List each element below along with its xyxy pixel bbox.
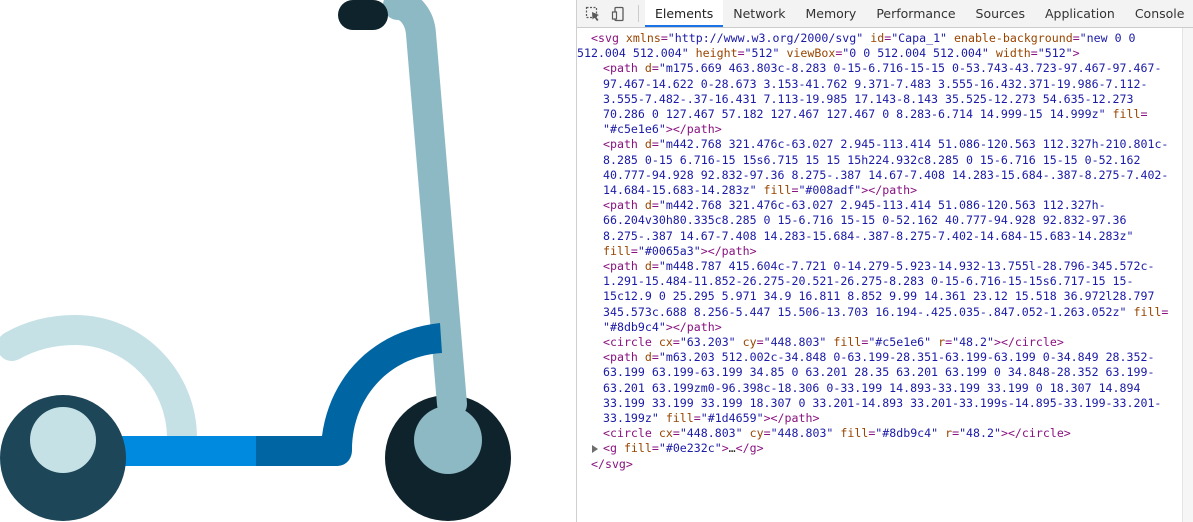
dom-node-path-4-cont[interactable]: 345.573c.688 8.256-5.447 15.506-13.703 1… (577, 305, 1182, 320)
dom-node-path-5-cont[interactable]: 63.201 63.199zm0-96.398c-18.306 0-33.199… (577, 381, 1182, 396)
page-viewport (0, 0, 576, 522)
rear-wheel-hub (30, 407, 96, 473)
tab-performance[interactable]: Performance (866, 0, 965, 27)
dom-node-path-2-cont[interactable]: 14.684-15.683-14.283z" fill="#008adf"></… (577, 183, 1182, 198)
dom-node-path-1[interactable]: <path d="m175.669 463.803c-8.283 0-15-6.… (577, 61, 1182, 76)
elements-scrollbar[interactable] (1182, 28, 1193, 522)
dom-node-path-4-cont[interactable]: "#8db9c4"></path> (577, 320, 1182, 335)
scooter-deck (110, 436, 262, 466)
dom-node-path-1-cont[interactable]: 3.555-7.482-.37-16.431 7.113-19.985 17.1… (577, 92, 1182, 107)
dom-node-path-5-cont[interactable]: 33.199 33.199 33.199 18.307 0 33.201-14.… (577, 396, 1182, 411)
dom-node-path-3-cont[interactable]: 66.204v30h80.335c8.285 0 15-6.716 15-15 … (577, 213, 1182, 228)
dom-node-path-2-cont[interactable]: 40.777-94.928 92.832-97.36 8.275-.387 14… (577, 168, 1182, 183)
dom-node-path-5-cont[interactable]: 33.199z" fill="#1d4659"></path> (577, 411, 1182, 426)
dom-node-svg-close[interactable]: </svg> (577, 457, 1182, 472)
tab-console[interactable]: Console (1125, 0, 1193, 27)
inspect-element-icon[interactable] (580, 0, 606, 27)
dom-node-g-collapsed[interactable]: <g fill="#0e232c">…</g> (577, 441, 1182, 456)
dom-node-path-3-cont[interactable]: fill="#0065a3"></path> (577, 244, 1182, 259)
tab-elements[interactable]: Elements (645, 0, 724, 27)
dom-node-path-1-cont[interactable]: 97.467-14.622 0-28.673 3.153-41.762 9.37… (577, 77, 1182, 92)
tab-memory[interactable]: Memory (795, 0, 866, 27)
dom-node-path-4[interactable]: <path d="m448.787 415.604c-7.721 0-14.27… (577, 259, 1182, 274)
dom-node-circle-2[interactable]: <circle cx="448.803" cy="448.803" fill="… (577, 426, 1182, 441)
dom-node-path-1-cont[interactable]: 70.286 0 127.467 57.182 127.467 127.467 … (577, 107, 1182, 122)
dom-node-path-2-cont[interactable]: 8.285 0-15 6.716-15 15s6.715 15 15 15h22… (577, 153, 1182, 168)
scooter-illustration (0, 0, 511, 521)
scooter-handle (338, 0, 388, 30)
dom-node-path-4-cont[interactable]: 15c12.9 0 25.295 5.971 34.9 16.811 8.852… (577, 289, 1182, 304)
dom-node-path-4-cont[interactable]: 1.291-15.484-11.852-26.275-20.521-26.275… (577, 274, 1182, 289)
dom-node-g-text: <g fill="#0e232c">…</g> (603, 441, 764, 456)
dom-node-path-5-cont[interactable]: 63.199 63.199-63.199 34.85 0 63.201 28.3… (577, 365, 1182, 380)
elements-tree[interactable]: <svg xmlns="http://www.w3.org/2000/svg" … (577, 28, 1182, 522)
tab-sources[interactable]: Sources (966, 0, 1035, 27)
dom-node-path-3[interactable]: <path d="m442.768 321.476c-63.027 2.945-… (577, 198, 1182, 213)
toolbar-separator (638, 5, 639, 22)
dom-node-path-3-cont[interactable]: 8.275-.387 14.67-7.408 14.283-15.684-.38… (577, 229, 1182, 244)
tab-network[interactable]: Network (723, 0, 795, 27)
devtools-toolbar: Elements Network Memory Performance Sour… (577, 0, 1193, 28)
tab-application[interactable]: Application (1035, 0, 1125, 27)
devtools-panel: Elements Network Memory Performance Sour… (577, 0, 1193, 522)
dom-node-svg-open[interactable]: <svg xmlns="http://www.w3.org/2000/svg" … (577, 31, 1182, 46)
device-toolbar-icon[interactable] (606, 0, 632, 27)
dom-node-svg-open-cont[interactable]: 512.004 512.004" height="512" viewBox="0… (577, 46, 1182, 61)
expand-triangle-icon[interactable] (592, 445, 598, 454)
dom-node-path-2[interactable]: <path d="m442.768 321.476c-63.027 2.945-… (577, 137, 1182, 152)
dom-node-path-5[interactable]: <path d="m63.203 512.002c-34.848 0-63.19… (577, 350, 1182, 365)
dom-node-path-1-cont[interactable]: "#c5e1e6"></path> (577, 122, 1182, 137)
dom-node-circle-1[interactable]: <circle cx="63.203" cy="448.803" fill="#… (577, 335, 1182, 350)
